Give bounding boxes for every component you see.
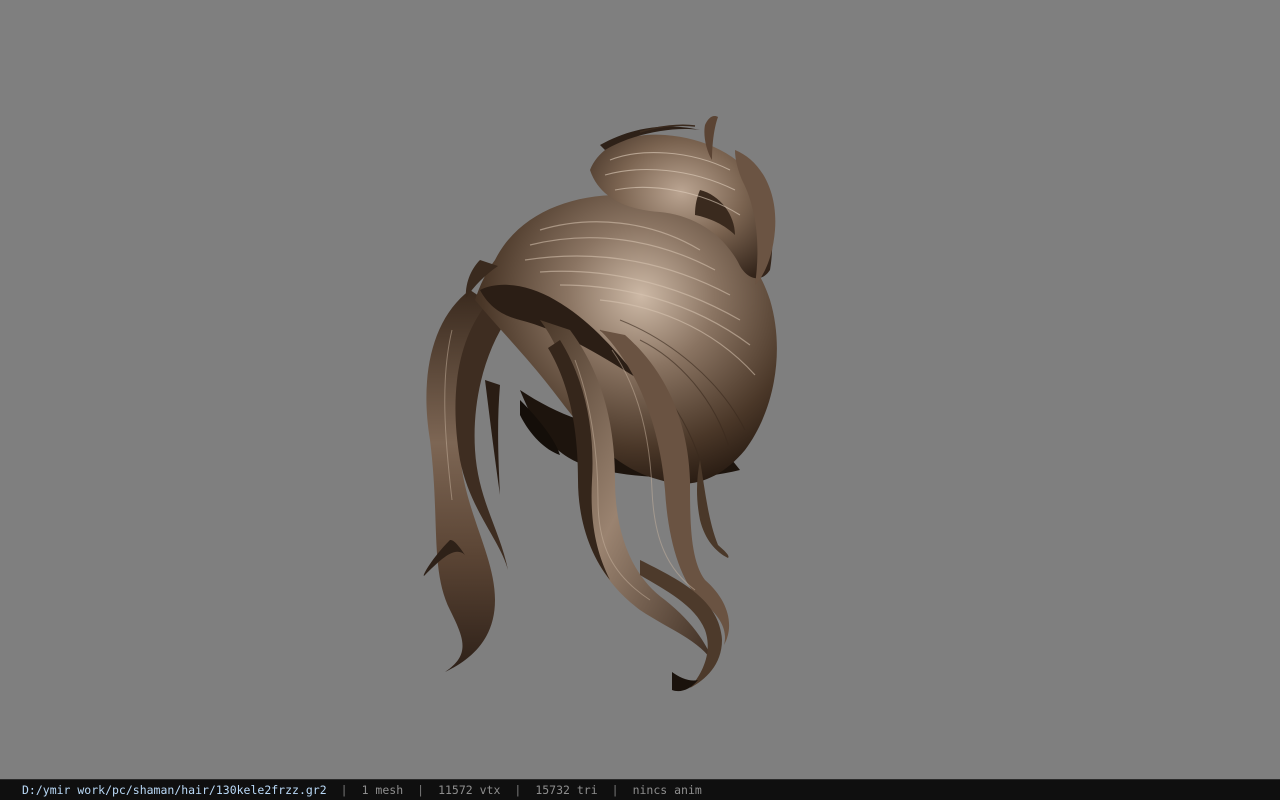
mesh-count: 1 mesh — [361, 783, 404, 797]
status-separator: | — [611, 783, 619, 797]
vertex-count: 11572 vtx — [438, 783, 501, 797]
status-separator: | — [340, 783, 348, 797]
3d-viewport[interactable] — [0, 0, 1280, 779]
status-separator: | — [417, 783, 425, 797]
animation-status: nincs anim — [632, 783, 702, 797]
status-bar: D:/ymir work/pc/shaman/hair/130kele2frzz… — [0, 779, 1280, 800]
file-path: D:/ymir work/pc/shaman/hair/130kele2frzz… — [22, 783, 327, 797]
status-separator: | — [514, 783, 522, 797]
triangle-count: 15732 tri — [535, 783, 598, 797]
hair-model[interactable] — [0, 0, 1280, 779]
left-thin-strand — [485, 380, 500, 495]
front-strand-tip — [672, 672, 698, 692]
